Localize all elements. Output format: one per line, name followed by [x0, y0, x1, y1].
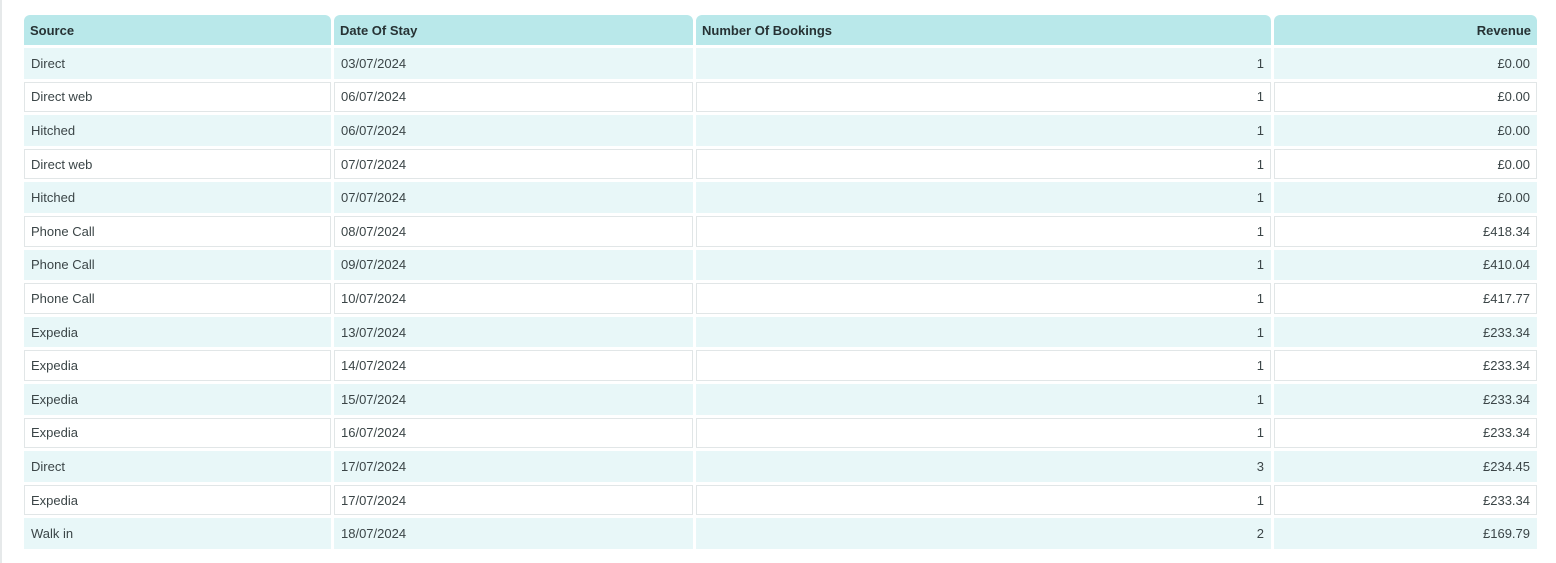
cell-date-of-stay: 15/07/2024	[334, 383, 693, 415]
cell-number-of-bookings: 1	[696, 383, 1271, 415]
cell-revenue: £233.34	[1274, 417, 1537, 449]
cell-revenue: £234.45	[1274, 451, 1537, 482]
table-row[interactable]: Hitched 07/07/2024 1 £0.00	[24, 182, 1537, 213]
cell-number-of-bookings: 1	[696, 148, 1271, 180]
cell-source: Direct web	[24, 148, 331, 180]
bookings-table: Source Date Of Stay Number Of Bookings R…	[21, 12, 1540, 552]
cell-source: Direct	[24, 48, 331, 79]
bookings-table-container: Source Date Of Stay Number Of Bookings R…	[24, 15, 1537, 549]
cell-date-of-stay: 07/07/2024	[334, 182, 693, 213]
column-header-number-of-bookings[interactable]: Number Of Bookings	[696, 15, 1271, 45]
cell-revenue: £233.34	[1274, 383, 1537, 415]
cell-source: Expedia	[24, 417, 331, 449]
page-left-divider	[0, 0, 2, 563]
cell-number-of-bookings: 1	[696, 316, 1271, 348]
cell-revenue: £233.34	[1274, 484, 1537, 516]
cell-number-of-bookings: 1	[696, 417, 1271, 449]
cell-date-of-stay: 09/07/2024	[334, 249, 693, 281]
column-header-date-of-stay[interactable]: Date Of Stay	[334, 15, 693, 45]
cell-date-of-stay: 17/07/2024	[334, 484, 693, 516]
cell-number-of-bookings: 1	[696, 182, 1271, 213]
table-row[interactable]: Phone Call 09/07/2024 1 £410.04	[24, 249, 1537, 281]
table-row[interactable]: Expedia 14/07/2024 1 £233.34	[24, 350, 1537, 381]
cell-date-of-stay: 08/07/2024	[334, 215, 693, 247]
cell-number-of-bookings: 1	[696, 350, 1271, 381]
cell-source: Phone Call	[24, 215, 331, 247]
cell-revenue: £0.00	[1274, 48, 1537, 79]
cell-revenue: £418.34	[1274, 215, 1537, 247]
cell-source: Phone Call	[24, 283, 331, 314]
cell-revenue: £417.77	[1274, 283, 1537, 314]
cell-date-of-stay: 14/07/2024	[334, 350, 693, 381]
cell-revenue: £0.00	[1274, 81, 1537, 113]
cell-number-of-bookings: 1	[696, 81, 1271, 113]
cell-revenue: £233.34	[1274, 316, 1537, 348]
cell-source: Expedia	[24, 316, 331, 348]
table-header-row: Source Date Of Stay Number Of Bookings R…	[24, 15, 1537, 45]
table-row[interactable]: Expedia 13/07/2024 1 £233.34	[24, 316, 1537, 348]
cell-source: Walk in	[24, 518, 331, 549]
cell-date-of-stay: 06/07/2024	[334, 81, 693, 113]
table-row[interactable]: Direct 17/07/2024 3 £234.45	[24, 451, 1537, 482]
table-body: Direct 03/07/2024 1 £0.00 Direct web 06/07/20…	[24, 48, 1537, 549]
column-header-source[interactable]: Source	[24, 15, 331, 45]
cell-number-of-bookings: 1	[696, 249, 1271, 281]
table-row[interactable]: Hitched 06/07/2024 1 £0.00	[24, 115, 1537, 146]
cell-revenue: £0.00	[1274, 115, 1537, 146]
table-row[interactable]: Expedia 16/07/2024 1 £233.34	[24, 417, 1537, 449]
cell-date-of-stay: 13/07/2024	[334, 316, 693, 348]
cell-date-of-stay: 07/07/2024	[334, 148, 693, 180]
table-row[interactable]: Phone Call 10/07/2024 1 £417.77	[24, 283, 1537, 314]
cell-source: Direct	[24, 451, 331, 482]
cell-source: Hitched	[24, 182, 331, 213]
cell-number-of-bookings: 1	[696, 115, 1271, 146]
cell-number-of-bookings: 1	[696, 48, 1271, 79]
cell-revenue: £233.34	[1274, 350, 1537, 381]
cell-revenue: £169.79	[1274, 518, 1537, 549]
cell-revenue: £0.00	[1274, 148, 1537, 180]
cell-source: Hitched	[24, 115, 331, 146]
table-row[interactable]: Walk in 18/07/2024 2 £169.79	[24, 518, 1537, 549]
cell-source: Direct web	[24, 81, 331, 113]
cell-source: Expedia	[24, 484, 331, 516]
cell-number-of-bookings: 2	[696, 518, 1271, 549]
table-header: Source Date Of Stay Number Of Bookings R…	[24, 15, 1537, 45]
cell-date-of-stay: 06/07/2024	[334, 115, 693, 146]
table-row[interactable]: Phone Call 08/07/2024 1 £418.34	[24, 215, 1537, 247]
cell-date-of-stay: 03/07/2024	[334, 48, 693, 79]
cell-date-of-stay: 16/07/2024	[334, 417, 693, 449]
cell-source: Phone Call	[24, 249, 331, 281]
cell-revenue: £0.00	[1274, 182, 1537, 213]
table-row[interactable]: Expedia 15/07/2024 1 £233.34	[24, 383, 1537, 415]
cell-date-of-stay: 10/07/2024	[334, 283, 693, 314]
cell-revenue: £410.04	[1274, 249, 1537, 281]
cell-number-of-bookings: 1	[696, 484, 1271, 516]
table-row[interactable]: Direct web 07/07/2024 1 £0.00	[24, 148, 1537, 180]
table-row[interactable]: Expedia 17/07/2024 1 £233.34	[24, 484, 1537, 516]
table-row[interactable]: Direct 03/07/2024 1 £0.00	[24, 48, 1537, 79]
cell-number-of-bookings: 3	[696, 451, 1271, 482]
cell-number-of-bookings: 1	[696, 283, 1271, 314]
column-header-revenue[interactable]: Revenue	[1274, 15, 1537, 45]
table-row[interactable]: Direct web 06/07/2024 1 £0.00	[24, 81, 1537, 113]
cell-date-of-stay: 18/07/2024	[334, 518, 693, 549]
cell-number-of-bookings: 1	[696, 215, 1271, 247]
cell-source: Expedia	[24, 383, 331, 415]
cell-source: Expedia	[24, 350, 331, 381]
cell-date-of-stay: 17/07/2024	[334, 451, 693, 482]
